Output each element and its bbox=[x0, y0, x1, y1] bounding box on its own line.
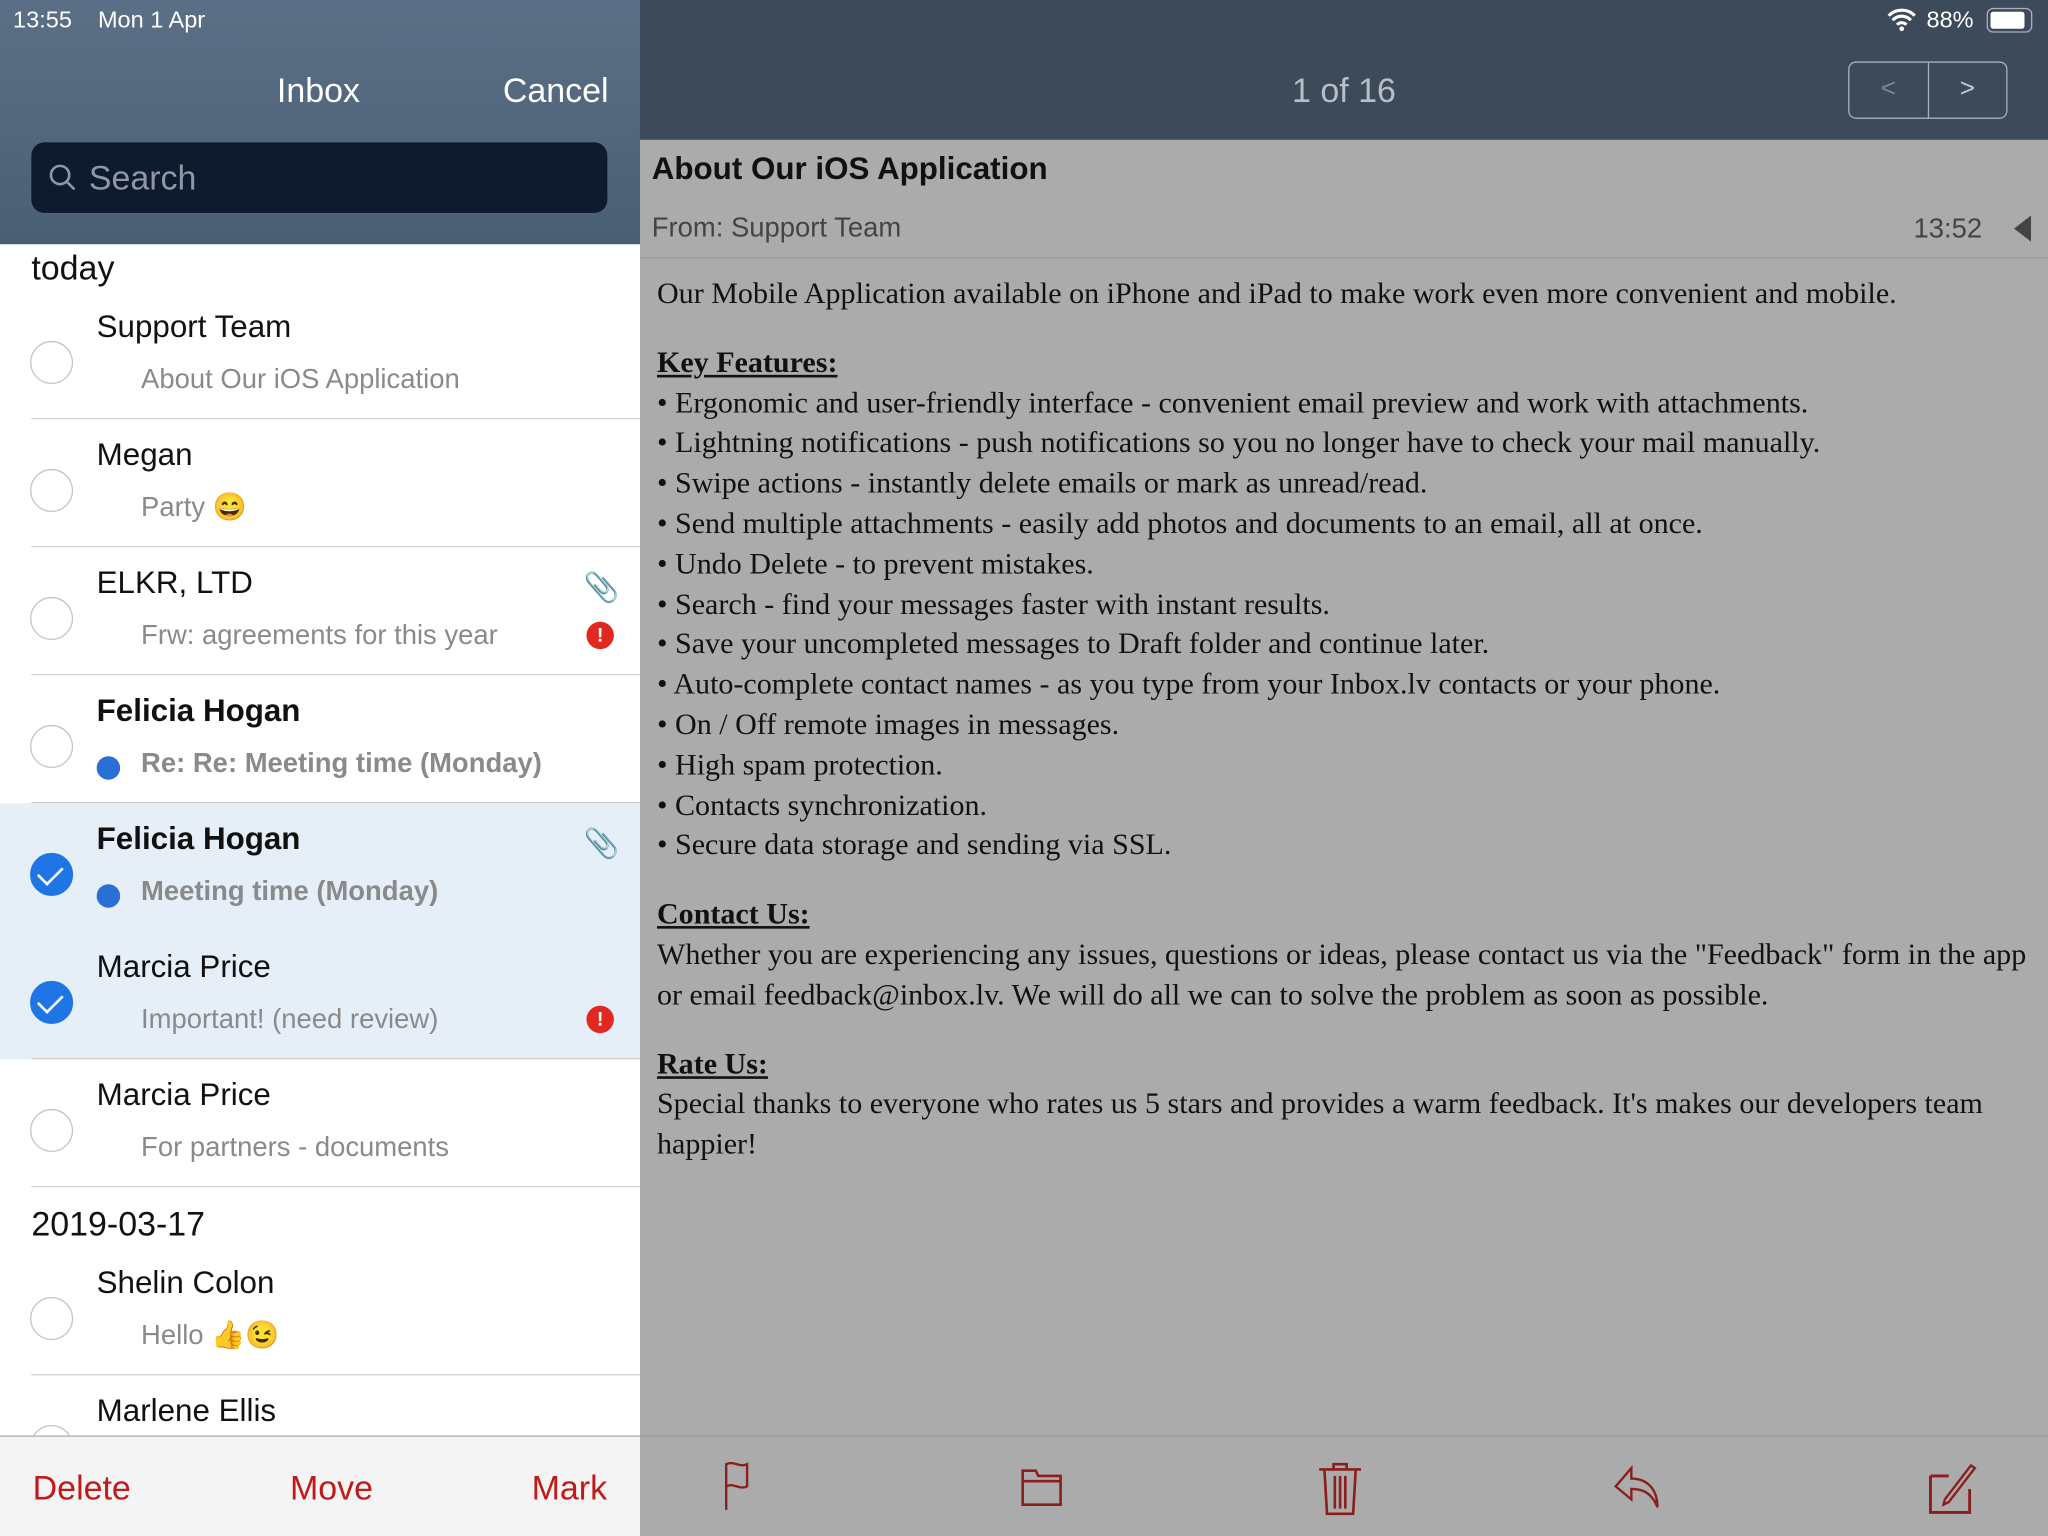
message-subject-preview: About Our iOS Application bbox=[141, 364, 460, 395]
battery-percent: 88% bbox=[1926, 6, 1974, 33]
select-checkbox[interactable] bbox=[30, 724, 74, 768]
list-header: 13:55 Mon 1 Apr Inbox Cancel bbox=[0, 0, 640, 245]
message-row[interactable]: Marcia Price For partners - documents bbox=[0, 1059, 640, 1188]
rate-heading: Rate Us: bbox=[656, 1046, 768, 1080]
battery-icon bbox=[1986, 7, 2033, 33]
feature-item: • Secure data storage and sending via SS… bbox=[656, 828, 1172, 862]
reader-header: 88% 1 of 16 < > bbox=[639, 0, 2048, 140]
folder-icon[interactable] bbox=[1019, 1460, 1066, 1512]
message-time: 13:52 bbox=[1913, 214, 1983, 245]
message-subject-preview: For partners - documents bbox=[141, 1132, 449, 1163]
wifi-icon bbox=[1887, 8, 1916, 32]
feature-item: • Ergonomic and user-friendly interface … bbox=[656, 386, 1809, 419]
feature-item: • Save your uncompleted messages to Draf… bbox=[656, 627, 1490, 661]
move-button[interactable]: Move bbox=[290, 1468, 373, 1508]
message-counter: 1 of 16 bbox=[1292, 70, 1396, 110]
message-sender: Felicia Hogan bbox=[96, 821, 301, 857]
features-list: • Ergonomic and user-friendly interface … bbox=[657, 383, 2028, 866]
trash-icon[interactable] bbox=[1317, 1460, 1364, 1517]
message-subject-preview: Re: Re: Meeting time (Monday) bbox=[141, 748, 542, 779]
search-field[interactable] bbox=[31, 142, 608, 213]
message-from: From: Support Team bbox=[651, 212, 902, 243]
message-row[interactable]: Megan Party 😄 bbox=[0, 419, 640, 548]
select-checkbox[interactable] bbox=[30, 1424, 74, 1436]
search-input[interactable] bbox=[88, 157, 586, 198]
message-sender: ELKR, LTD bbox=[96, 565, 253, 601]
message-subject-preview: Party 😄 bbox=[141, 492, 247, 523]
status-date: Mon 1 Apr bbox=[97, 6, 206, 33]
feature-item: • Swipe actions - instantly delete email… bbox=[656, 466, 1428, 500]
select-checkbox[interactable] bbox=[30, 1296, 74, 1341]
next-message-button[interactable]: > bbox=[1928, 63, 2006, 118]
section-header: 2019-03-17 bbox=[31, 1204, 206, 1244]
mark-button[interactable]: Mark bbox=[532, 1468, 607, 1508]
previous-message-button[interactable]: < bbox=[1849, 62, 1929, 118]
reader-toolbar bbox=[639, 1435, 2048, 1536]
attachment-icon: 📎 bbox=[583, 570, 620, 604]
divider bbox=[639, 257, 2048, 259]
features-heading: Key Features: bbox=[656, 345, 838, 379]
message-subject: About Our iOS Application bbox=[651, 151, 1048, 187]
message-sender: Support Team bbox=[96, 309, 292, 345]
message-sender: Megan bbox=[96, 437, 193, 473]
message-subject-preview: Hello 👍😉 bbox=[141, 1320, 280, 1351]
message-row[interactable]: Marlene Ellis Weekend offer 😊 bbox=[0, 1375, 640, 1436]
message-list[interactable]: today Support Team About Our iOS Applica… bbox=[0, 244, 640, 1436]
message-row[interactable]: Shelin Colon Hello 👍😉 bbox=[0, 1247, 640, 1376]
feature-item: • Auto-complete contact names - as you t… bbox=[656, 667, 1721, 701]
message-sender: Marcia Price bbox=[96, 949, 271, 985]
select-checkbox[interactable] bbox=[30, 1108, 74, 1152]
message-row[interactable]: Felicia Hogan Re: Re: Meeting time (Mond… bbox=[0, 675, 640, 804]
feature-item: • Undo Delete - to prevent mistakes. bbox=[656, 546, 1094, 580]
message-sender: Shelin Colon bbox=[96, 1265, 275, 1301]
select-checkbox[interactable] bbox=[30, 980, 74, 1024]
message-nav: < > bbox=[1848, 61, 2008, 119]
message-subject-preview: Important! (need review) bbox=[141, 1004, 439, 1035]
section-header: today bbox=[31, 248, 115, 288]
divider bbox=[31, 1185, 640, 1188]
rate-text: Special thanks to everyone who rates us … bbox=[656, 1087, 1983, 1161]
feature-item: • High spam protection. bbox=[656, 748, 943, 781]
message-subject-preview: Frw: agreements for this year bbox=[141, 620, 498, 651]
message-subject-preview: Meeting time (Monday) bbox=[141, 876, 439, 907]
message-list-pane: 13:55 Mon 1 Apr Inbox Cancel today Suppo… bbox=[0, 0, 640, 1536]
feature-item: • Send multiple attachments - easily add… bbox=[656, 506, 1703, 540]
feature-item: • Lightning notifications - push notific… bbox=[656, 426, 1821, 459]
message-body: Our Mobile Application available on iPho… bbox=[657, 274, 2028, 1165]
intro-text: Our Mobile Application available on iPho… bbox=[656, 276, 1897, 310]
select-checkbox[interactable] bbox=[30, 340, 74, 384]
message-row[interactable]: ELKR, LTD Frw: agreements for this year 📎… bbox=[0, 547, 640, 676]
message-sender: Felicia Hogan bbox=[96, 693, 301, 729]
flag-icon[interactable] bbox=[721, 1460, 765, 1512]
unread-dot-icon bbox=[96, 884, 121, 908]
search-icon bbox=[49, 164, 76, 191]
edit-toolbar: Delete Move Mark bbox=[0, 1435, 640, 1536]
expand-details-icon[interactable] bbox=[2014, 215, 2032, 242]
page-title: Inbox bbox=[276, 70, 360, 110]
attachment-icon: 📎 bbox=[583, 826, 620, 860]
feature-item: • Search - find your messages faster wit… bbox=[656, 587, 1330, 620]
feature-item: • Contacts synchronization. bbox=[656, 788, 988, 821]
feature-item: • On / Off remote images in messages. bbox=[656, 707, 1120, 741]
reply-icon[interactable] bbox=[1613, 1460, 1668, 1512]
status-time: 13:55 bbox=[13, 6, 72, 33]
compose-icon[interactable] bbox=[1927, 1460, 1979, 1515]
contact-text: Whether you are experiencing any issues,… bbox=[656, 937, 2027, 1011]
contact-heading: Contact Us: bbox=[656, 897, 810, 931]
message-row[interactable]: Marcia Price Important! (need review)! bbox=[0, 931, 640, 1060]
message-row[interactable]: Felicia Hogan Meeting time (Monday) 📎 bbox=[0, 803, 640, 932]
delete-button[interactable]: Delete bbox=[33, 1468, 131, 1508]
cancel-button[interactable]: Cancel bbox=[503, 71, 609, 111]
message-row[interactable]: Support Team About Our iOS Application bbox=[0, 291, 640, 420]
message-sender: Marcia Price bbox=[96, 1077, 271, 1113]
message-reader: 88% 1 of 16 < > About Our iOS Applicatio… bbox=[639, 0, 2048, 1536]
important-icon: ! bbox=[586, 1005, 614, 1034]
select-checkbox[interactable] bbox=[30, 852, 74, 896]
message-sender: Marlene Ellis bbox=[96, 1393, 277, 1429]
select-checkbox[interactable] bbox=[30, 468, 74, 512]
important-icon: ! bbox=[586, 621, 614, 650]
unread-dot-icon bbox=[96, 756, 121, 780]
select-checkbox[interactable] bbox=[30, 596, 74, 640]
